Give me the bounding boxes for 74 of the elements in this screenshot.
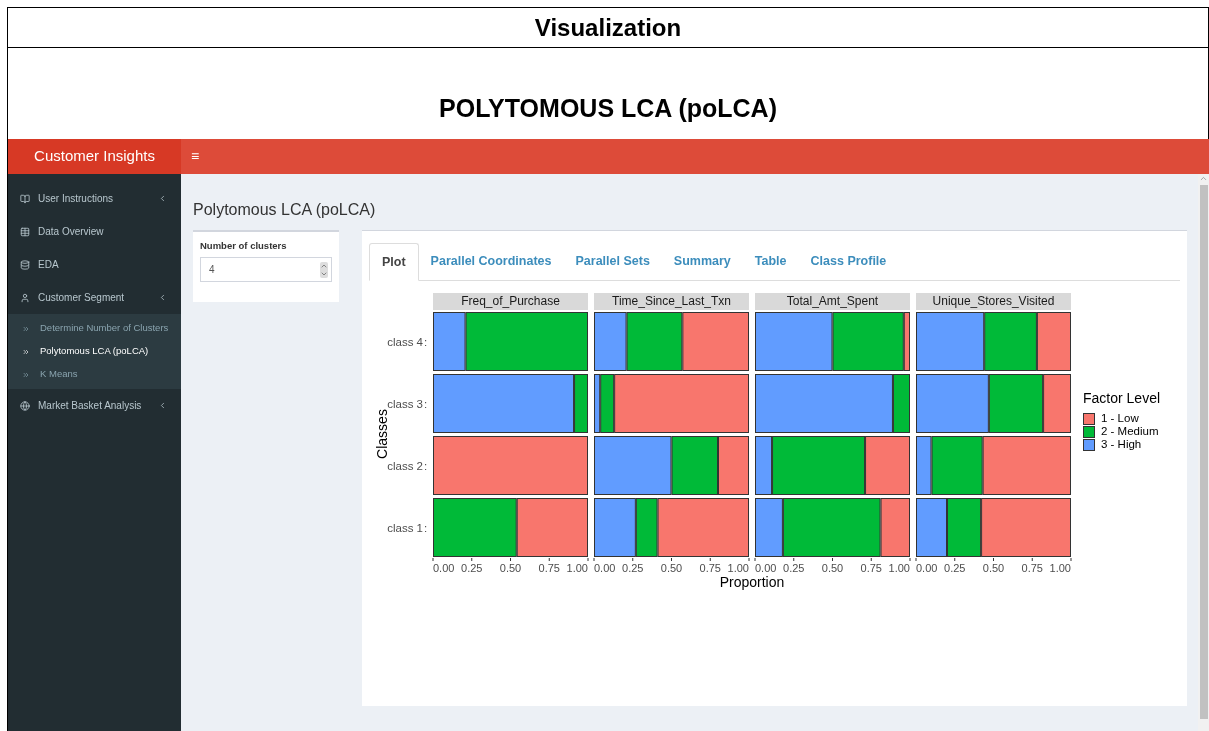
- bar-segment: [916, 312, 985, 371]
- y-tick-separator: :: [424, 459, 428, 472]
- facet-title: Time_Since_Last_Txn: [594, 293, 749, 310]
- globe-icon: [20, 400, 30, 411]
- x-tick-label: 0.00: [594, 562, 616, 574]
- y-tick-separator: :: [424, 397, 428, 410]
- legend-label: 1 - Low: [1101, 411, 1139, 427]
- content-title: Polytomous LCA (poLCA): [193, 200, 377, 220]
- tab[interactable]: Parallel Coordinates: [418, 242, 564, 280]
- facet-title: Total_Amt_Spent: [755, 293, 910, 310]
- x-tick-label: 0.75: [538, 562, 560, 574]
- scrollbar[interactable]: [1198, 174, 1209, 731]
- x-tick-label: 0.25: [944, 562, 966, 574]
- x-tick-label: 0.75: [860, 562, 882, 574]
- x-tick-label: 1.00: [888, 562, 910, 574]
- double-chevron-icon: [22, 370, 30, 379]
- person-icon: [20, 292, 30, 303]
- number-input[interactable]: 4: [200, 257, 332, 283]
- double-chevron-icon: [22, 324, 30, 333]
- bar-segment: [916, 498, 947, 557]
- y-tick-label: class 3: [387, 397, 423, 410]
- tab[interactable]: Parallel Sets: [563, 242, 662, 280]
- tab[interactable]: Summary: [661, 242, 743, 280]
- x-tick-label: 0.25: [783, 562, 805, 574]
- sidebar-item[interactable]: User Instructions: [8, 182, 181, 215]
- y-axis-title: Classes: [374, 409, 390, 459]
- brand-logo: Customer Insights: [8, 139, 181, 174]
- y-tick-label: class 4: [387, 335, 423, 348]
- submenu-item[interactable]: Determine Number of Clusters: [8, 317, 181, 340]
- menu-toggle-button[interactable]: ≡: [191, 146, 200, 167]
- y-tick-separator: :: [424, 521, 428, 534]
- x-axis-title: Proportion: [718, 574, 786, 590]
- y-tick-label: class 1: [387, 521, 423, 534]
- y-tick-label: class 2: [387, 459, 423, 472]
- scroll-up-icon[interactable]: [1199, 174, 1208, 183]
- tab[interactable]: Class Profile: [798, 242, 899, 280]
- double-chevron-icon: [22, 347, 30, 356]
- x-tick-label: 0.75: [699, 562, 721, 574]
- bar-segment: [516, 498, 588, 557]
- table-icon: [20, 226, 30, 237]
- submenu-item[interactable]: K Means: [8, 363, 181, 386]
- y-tick-separator: :: [424, 335, 428, 348]
- book-icon: [20, 193, 30, 204]
- legend-label: 2 - Medium: [1101, 424, 1159, 440]
- x-tick-label: 0.25: [622, 562, 644, 574]
- spinner-icon[interactable]: [320, 261, 328, 278]
- sidebar-item[interactable]: Market Basket Analysis: [8, 389, 181, 422]
- x-tick-label: 0.75: [1021, 562, 1043, 574]
- x-tick-label: 0.50: [499, 562, 522, 574]
- x-tick-label: 1.00: [1049, 562, 1071, 574]
- sidebar-item[interactable]: Data Overview: [8, 215, 181, 248]
- x-tick-label: 0.00: [755, 562, 777, 574]
- input-label: Number of clusters: [200, 239, 288, 253]
- legend-title: Factor Level: [1083, 388, 1161, 408]
- x-tick-label: 1.00: [727, 562, 749, 574]
- sidebar-item[interactable]: Customer Segment: [8, 281, 181, 314]
- x-tick-label: 0.50: [660, 562, 683, 574]
- x-tick-label: 0.50: [982, 562, 1005, 574]
- facet-title: Unique_Stores_Visited: [916, 293, 1071, 310]
- x-tick-label: 0.00: [916, 562, 938, 574]
- sidebar-item[interactable]: EDA: [8, 248, 181, 281]
- tab[interactable]: Plot: [369, 243, 419, 281]
- facet-title: Freq_of_Purchase: [433, 293, 588, 310]
- x-tick-label: 0.00: [433, 562, 455, 574]
- database-icon: [20, 259, 30, 270]
- page-header-title: Visualization: [534, 12, 682, 43]
- bar-segment: [682, 312, 749, 371]
- page-subtitle: POLYTOMOUS LCA (poLCA): [439, 92, 777, 124]
- x-tick-label: 0.25: [461, 562, 483, 574]
- submenu-item[interactable]: Polytomous LCA (poLCA): [8, 340, 181, 363]
- tab[interactable]: Table: [742, 242, 799, 280]
- x-tick-label: 0.50: [821, 562, 844, 574]
- legend-label: 3 - High: [1101, 437, 1142, 453]
- x-tick-label: 1.00: [566, 562, 588, 574]
